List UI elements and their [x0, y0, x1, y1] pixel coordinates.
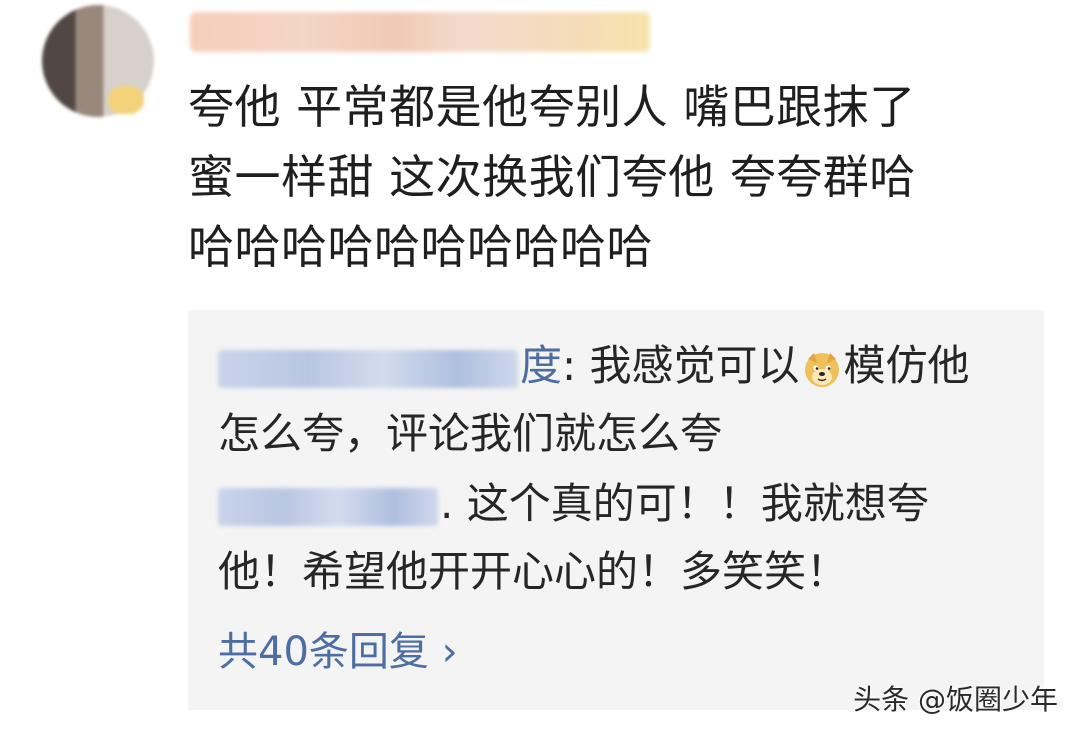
reply-text: 这个真的可！！我就想夸 [466, 479, 929, 528]
reply-separator: : [562, 341, 590, 390]
comment-body: 夸他 平常都是他夸别人 嘴巴跟抹了 蜜一样甜 这次换我们夸他 夸夸群哈 哈哈哈哈… [188, 72, 1018, 282]
view-all-replies-link[interactable]: 共40条回复 › [218, 622, 458, 682]
reply-item[interactable]: . 这个真的可！！我就想夸 他！希望他开开心心的！多笑笑！ [218, 470, 1008, 606]
reply-item[interactable]: 度: 我感觉可以 模仿他 怎么夸，评论我们就怎么夸 [218, 332, 1008, 468]
reply-line: . 这个真的可！！我就想夸 [218, 470, 1008, 538]
reply-section: 度: 我感觉可以 模仿他 怎么夸，评论我们就怎么夸 . 这个真的可！！我就想夸 [188, 310, 1044, 710]
comment-line: 哈哈哈哈哈哈哈哈哈哈 [188, 220, 653, 274]
comment-line: 蜜一样甜 这次换我们夸他 夸夸群哈 [188, 150, 916, 204]
watermark: 头条 @饭圈少年 [853, 683, 1058, 716]
comment-line: 夸他 平常都是他夸别人 嘴巴跟抹了 [188, 80, 916, 134]
reply-line: 怎么夸，评论我们就怎么夸 [218, 409, 723, 458]
reply-author-blurred[interactable] [218, 349, 518, 388]
username-blurred[interactable] [190, 12, 650, 52]
comment-screenshot: 夸他 平常都是他夸别人 嘴巴跟抹了 蜜一样甜 这次换我们夸他 夸夸群哈 哈哈哈哈… [0, 0, 1080, 735]
reply-separator: . [440, 479, 467, 528]
doge-emoji-icon [804, 352, 839, 387]
reply-line: 度: 我感觉可以 模仿他 [218, 332, 1008, 400]
reply-author-tail[interactable]: 度 [520, 341, 562, 390]
reply-line: 他！希望他开开心心的！多笑笑！ [218, 547, 849, 596]
vip-badge-icon [108, 86, 144, 114]
reply-text: 我感觉可以 [589, 341, 800, 390]
reply-text: 模仿他 [843, 341, 970, 390]
reply-author-blurred[interactable] [218, 487, 438, 526]
